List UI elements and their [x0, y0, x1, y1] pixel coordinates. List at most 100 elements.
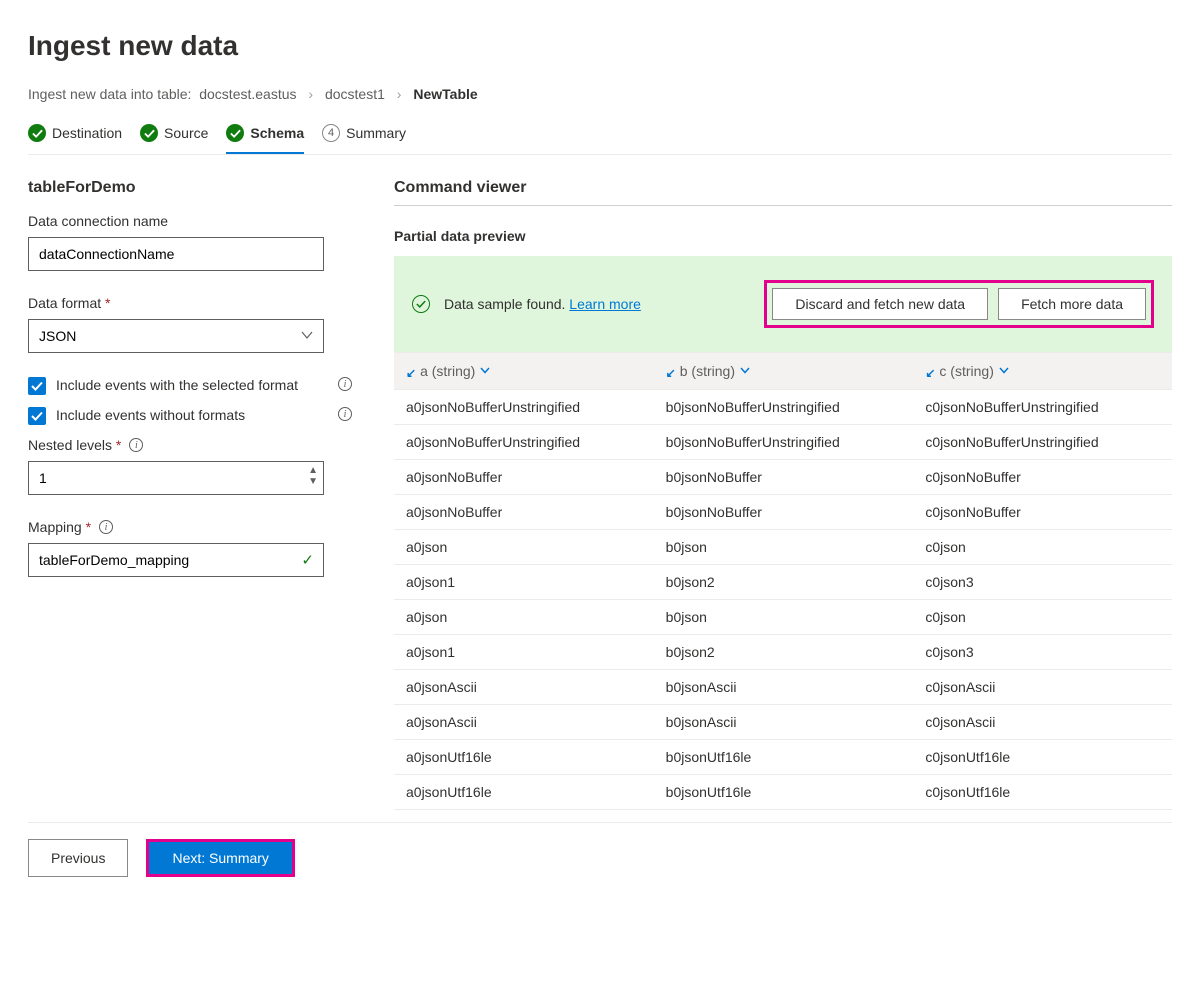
breadcrumb-crumb-1[interactable]: docstest1 — [325, 86, 385, 102]
table-row: a0json1b0json2c0json3 — [394, 635, 1172, 670]
column-header[interactable]: ↙a (string) — [394, 353, 654, 390]
preview-pane: Command viewer Partial data preview Data… — [394, 179, 1172, 810]
message-text: Data sample found. Learn more — [444, 296, 641, 312]
chevron-right-icon: › — [308, 86, 313, 102]
table-cell: a0json1 — [394, 635, 654, 670]
table-cell: b0jsonNoBufferUnstringified — [654, 390, 914, 425]
preview-table: ↙a (string)↙b (string)↙c (string) a0json… — [394, 352, 1172, 810]
table-row: a0jsonb0jsonc0json — [394, 600, 1172, 635]
table-cell: a0json — [394, 530, 654, 565]
table-name-heading: tableForDemo — [28, 179, 358, 197]
table-cell: b0jsonNoBuffer — [654, 460, 914, 495]
nested-levels-label: Nested levels — [28, 437, 121, 453]
table-cell: b0jsonNoBuffer — [654, 495, 914, 530]
step-number-icon: 4 — [322, 124, 340, 142]
step-label: Destination — [52, 125, 122, 141]
table-cell: b0jsonUtf16le — [654, 775, 914, 810]
step-label: Source — [164, 125, 208, 141]
table-cell: c0json — [913, 530, 1172, 565]
chevron-down-icon — [479, 363, 491, 379]
next-summary-button[interactable]: Next: Summary — [149, 842, 291, 874]
table-cell: b0json — [654, 600, 914, 635]
column-header[interactable]: ↙b (string) — [654, 353, 914, 390]
table-row: a0jsonAsciib0jsonAsciic0jsonAscii — [394, 705, 1172, 740]
stepper-up-icon[interactable]: ▲ — [308, 465, 318, 476]
fetch-more-button[interactable]: Fetch more data — [998, 288, 1146, 320]
previous-button[interactable]: Previous — [28, 839, 128, 877]
step-label: Summary — [346, 125, 406, 141]
breadcrumb: Ingest new data into table: docstest.eas… — [28, 86, 1172, 102]
table-cell: b0jsonAscii — [654, 670, 914, 705]
table-cell: b0json — [654, 530, 914, 565]
step-summary[interactable]: 4 Summary — [322, 124, 406, 154]
info-icon[interactable]: i — [99, 520, 113, 534]
include-no-format-checkbox[interactable] — [28, 407, 46, 425]
number-stepper[interactable]: ▲ ▼ — [308, 465, 318, 487]
discard-fetch-button[interactable]: Discard and fetch new data — [772, 288, 988, 320]
check-circle-icon — [226, 124, 244, 142]
info-icon[interactable]: i — [338, 407, 352, 421]
table-cell: c0json3 — [913, 565, 1172, 600]
stepper-down-icon[interactable]: ▼ — [308, 476, 318, 487]
breadcrumb-crumb-0[interactable]: docstest.eastus — [199, 86, 296, 102]
next-button-highlight: Next: Summary — [146, 839, 294, 877]
chevron-down-icon — [739, 363, 751, 379]
table-cell: b0jsonAscii — [654, 705, 914, 740]
mapping-label: Mapping — [28, 519, 91, 535]
form-pane: tableForDemo Data connection name Data f… — [28, 179, 358, 810]
include-selected-format-checkbox[interactable] — [28, 377, 46, 395]
table-cell: a0jsonAscii — [394, 705, 654, 740]
table-row: a0jsonNoBufferUnstringifiedb0jsonNoBuffe… — [394, 390, 1172, 425]
column-type-icon: ↙ — [666, 366, 676, 380]
table-cell: c0jsonAscii — [913, 705, 1172, 740]
table-cell: a0json1 — [394, 565, 654, 600]
include-no-format-label: Include events without formats — [56, 407, 245, 423]
table-cell: b0jsonUtf16le — [654, 740, 914, 775]
column-header[interactable]: ↙c (string) — [913, 353, 1172, 390]
table-cell: a0jsonUtf16le — [394, 775, 654, 810]
check-circle-icon — [140, 124, 158, 142]
step-label: Schema — [250, 125, 304, 141]
table-cell: c0jsonNoBuffer — [913, 460, 1172, 495]
table-row: a0jsonNoBufferUnstringifiedb0jsonNoBuffe… — [394, 425, 1172, 460]
table-cell: c0jsonNoBuffer — [913, 495, 1172, 530]
data-sample-message: Data sample found. Learn more Discard an… — [394, 256, 1172, 352]
data-format-label: Data format — [28, 295, 358, 311]
fetch-buttons-highlight: Discard and fetch new data Fetch more da… — [764, 280, 1154, 328]
step-schema[interactable]: Schema — [226, 124, 304, 154]
step-source[interactable]: Source — [140, 124, 208, 154]
table-cell: b0json2 — [654, 635, 914, 670]
mapping-input[interactable] — [28, 543, 324, 577]
breadcrumb-prefix: Ingest new data into table: — [28, 86, 191, 102]
connection-name-label: Data connection name — [28, 213, 358, 229]
table-cell: a0jsonNoBufferUnstringified — [394, 390, 654, 425]
success-circle-icon — [412, 295, 430, 313]
table-cell: a0jsonNoBufferUnstringified — [394, 425, 654, 460]
info-icon[interactable]: i — [129, 438, 143, 452]
table-cell: b0json2 — [654, 565, 914, 600]
connection-name-input[interactable] — [28, 237, 324, 271]
table-row: a0json1b0json2c0json3 — [394, 565, 1172, 600]
table-cell: c0jsonAscii — [913, 670, 1172, 705]
table-cell: a0jsonUtf16le — [394, 740, 654, 775]
nested-levels-input[interactable] — [28, 461, 324, 495]
table-cell: a0jsonNoBuffer — [394, 460, 654, 495]
preview-title: Partial data preview — [394, 228, 1172, 244]
chevron-down-icon — [998, 363, 1010, 379]
table-row: a0jsonUtf16leb0jsonUtf16lec0jsonUtf16le — [394, 740, 1172, 775]
include-no-format-row: Include events without formats i — [28, 407, 358, 425]
column-type-icon: ↙ — [406, 366, 416, 380]
info-icon[interactable]: i — [338, 377, 352, 391]
page-title: Ingest new data — [28, 30, 1172, 62]
column-type-icon: ↙ — [925, 366, 935, 380]
table-cell: a0json — [394, 600, 654, 635]
step-destination[interactable]: Destination — [28, 124, 122, 154]
breadcrumb-crumb-2[interactable]: NewTable — [413, 86, 477, 102]
chevron-right-icon: › — [397, 86, 402, 102]
table-cell: a0jsonAscii — [394, 670, 654, 705]
check-icon: ✓ — [301, 551, 314, 569]
learn-more-link[interactable]: Learn more — [569, 296, 641, 312]
table-cell: b0jsonNoBufferUnstringified — [654, 425, 914, 460]
table-cell: a0jsonNoBuffer — [394, 495, 654, 530]
data-format-select[interactable] — [28, 319, 324, 353]
